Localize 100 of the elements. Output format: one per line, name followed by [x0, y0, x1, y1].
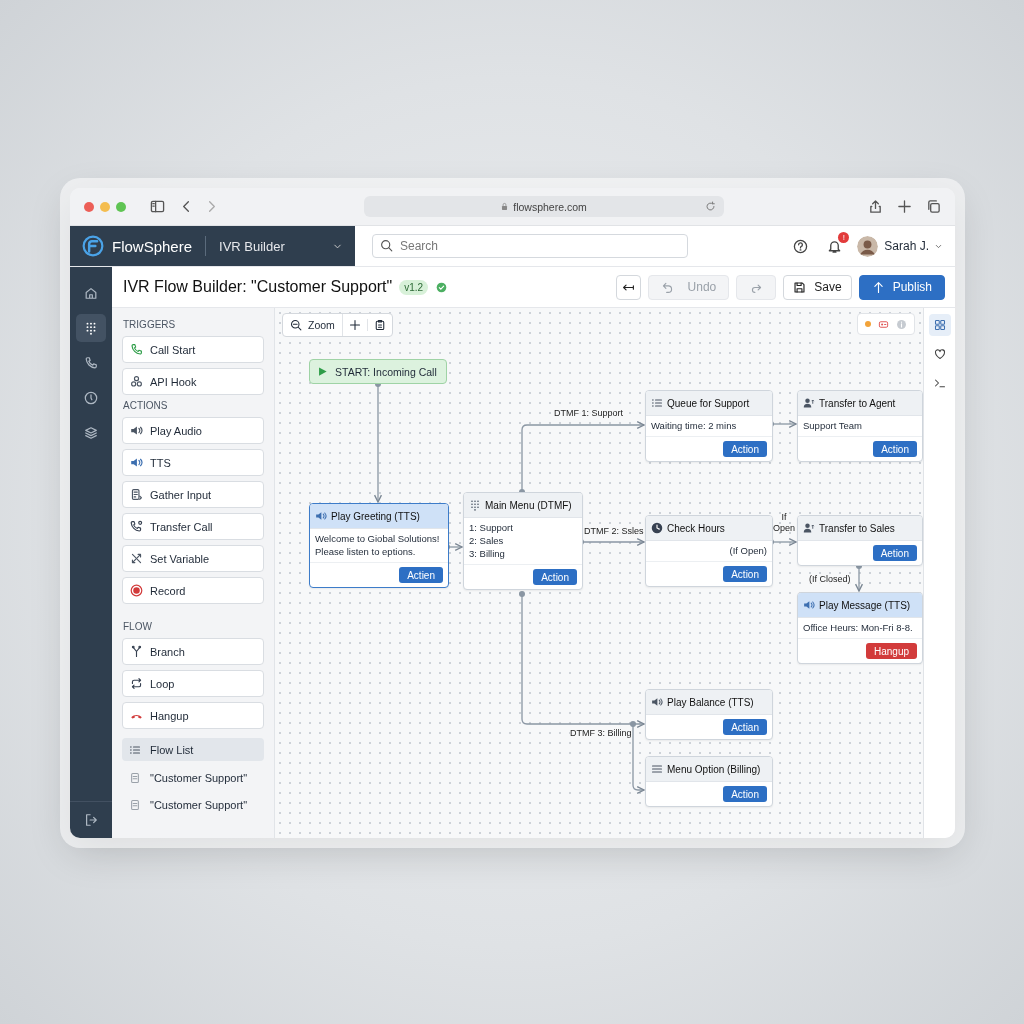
node-text: 1: Support	[469, 522, 514, 534]
speaker-icon	[651, 696, 663, 708]
undo-icon	[660, 280, 674, 294]
user-name[interactable]: Sarah J.	[884, 239, 929, 253]
form-icon	[130, 488, 143, 501]
flow-node[interactable]: Queue for Support Waiting time: 2 mins Action	[645, 390, 773, 462]
connector-label: DTMF 3: Billing	[570, 728, 632, 738]
record-status-icon	[878, 318, 889, 330]
palette-item[interactable]: Loop	[122, 670, 264, 697]
loop-icon	[130, 677, 143, 690]
flow-node[interactable]: Play Balance (TTS) Actian	[645, 689, 773, 740]
flow-node[interactable]: Main Menu (DTMF) 1: Support 2: Sales 3: Billing Action	[463, 492, 583, 590]
palette-item[interactable]: Branch	[122, 638, 264, 665]
node-action-button[interactable]: Action	[723, 566, 767, 582]
flow-node[interactable]: Play Greeting (TTS) Welcome to Giobal Solutions! Please listen to eptions. Actien	[309, 503, 449, 588]
share-icon[interactable]	[868, 199, 883, 214]
node-note: (If Open)	[729, 545, 767, 557]
flow-item[interactable]: "Customer Support"	[122, 764, 264, 791]
back-button[interactable]	[615, 274, 641, 300]
speaker-icon	[803, 599, 815, 611]
flow-item[interactable]: "Customer Support"	[122, 791, 264, 818]
version-badge: v1.2	[399, 279, 429, 295]
nav-rail-button[interactable]	[76, 314, 106, 342]
speaker-icon	[130, 424, 143, 437]
avatar-silhouette[interactable]	[857, 235, 879, 257]
node-action-button[interactable]: Action	[873, 441, 917, 457]
record-icon	[130, 584, 143, 597]
node-action-button[interactable]: Hangup	[865, 643, 917, 659]
brand-name: FlowSphere	[112, 237, 193, 255]
zoom-out-button[interactable]: Zoom	[283, 314, 343, 336]
tabs-overview-icon[interactable]	[926, 199, 941, 214]
node-text: 2: Sales	[469, 535, 505, 547]
upload-arrow-icon	[871, 280, 885, 294]
node-title: Menu Option (Billing)	[667, 763, 761, 775]
speaker-icon	[130, 456, 143, 469]
flow-node[interactable]: Transfer to Agent Support Team Action	[797, 390, 923, 462]
node-action-button[interactable]: Action	[533, 569, 577, 585]
publish-button[interactable]: Publish	[858, 274, 945, 300]
palette-item[interactable]: Transfer Call	[122, 513, 264, 540]
node-action-button[interactable]: Actian	[723, 719, 767, 735]
palette-item[interactable]: TTS	[122, 449, 264, 476]
section-heading: FLOW	[123, 621, 153, 632]
palette-item[interactable]: Set Variable	[122, 545, 264, 572]
document-icon	[129, 771, 141, 784]
node-text: Waiting time: 2 mins	[651, 420, 738, 432]
branch-icon	[130, 645, 143, 658]
palette-item[interactable]: Gather Input	[122, 481, 264, 508]
status-dot	[865, 321, 872, 327]
logo-icon	[82, 235, 104, 257]
clock-icon	[84, 391, 98, 405]
node-text: Office Heurs: Mon-Fri 8-8.	[803, 622, 914, 634]
list-icon	[129, 743, 141, 756]
logout-icon	[84, 813, 98, 827]
palette-item[interactable]: Hangup	[122, 702, 264, 729]
clock-icon	[651, 522, 663, 534]
search-field[interactable]: Search	[372, 234, 688, 258]
palette-item[interactable]: API Hook	[122, 368, 264, 395]
palette-item[interactable]: Record	[122, 577, 264, 604]
connector-label: DTMF 2: Ssles	[584, 526, 644, 536]
document-icon	[129, 798, 141, 811]
section-heading: TRIGGERS	[123, 319, 177, 330]
save-button[interactable]: Save	[783, 274, 852, 300]
module-selector[interactable]: IVR Builder	[219, 238, 285, 254]
connector-label: DTMF 1: Support	[554, 408, 624, 418]
address-bar[interactable]: flowsphere.com	[363, 196, 724, 217]
flow-node[interactable]: Menu Option (Billing) Action	[645, 756, 773, 807]
palette-item[interactable]: Call Start	[122, 336, 264, 363]
page-title: IVR Flow Builder: "Customer Support"	[123, 278, 393, 296]
flow-node[interactable]: Transfer to Sales Aetion	[797, 515, 923, 566]
flow-list-item[interactable]: Flow List	[122, 738, 264, 761]
node-text: 3: Billing	[469, 548, 506, 560]
layers-icon	[84, 426, 98, 440]
node-action-button[interactable]: Action	[723, 441, 767, 457]
sidebar-toggle-icon[interactable]	[150, 199, 165, 214]
phone-icon	[84, 356, 98, 370]
start-node[interactable]: START: Incoming Call	[309, 359, 447, 384]
notifications-icon[interactable]	[827, 238, 843, 254]
notification-badge: !	[838, 231, 850, 243]
flow-node[interactable]: Check Hours (If Open) Action	[645, 515, 773, 587]
node-title: Play Greeting (TTS)	[331, 510, 420, 522]
help-icon[interactable]	[793, 238, 809, 254]
side-panel-button[interactable]	[928, 314, 951, 336]
keypad-icon	[84, 321, 98, 335]
node-action-button[interactable]: Actien	[399, 567, 443, 583]
node-title: Play Message (TTS)	[819, 599, 911, 611]
close-window-button[interactable]	[84, 201, 94, 212]
check-circle-icon	[436, 281, 448, 293]
node-text: Please listen to eptions.	[315, 546, 417, 558]
heart-icon	[933, 348, 946, 360]
node-action-button[interactable]: Action	[723, 786, 767, 802]
flow-node[interactable]: Play Message (TTS) Office Heurs: Mon-Fri 8-8. Hangup	[797, 592, 923, 664]
node-title: Transfer to Agent	[819, 397, 896, 409]
shuffle-icon	[130, 552, 143, 565]
node-text: Support Team	[803, 420, 863, 432]
node-action-button[interactable]: Aetion	[872, 545, 917, 561]
palette-item[interactable]: Play Audio	[122, 417, 264, 444]
person-icon	[803, 522, 815, 534]
keypad-icon	[469, 499, 481, 511]
node-title: Transfer to Sales	[819, 522, 895, 534]
new-tab-icon[interactable]	[897, 199, 912, 214]
